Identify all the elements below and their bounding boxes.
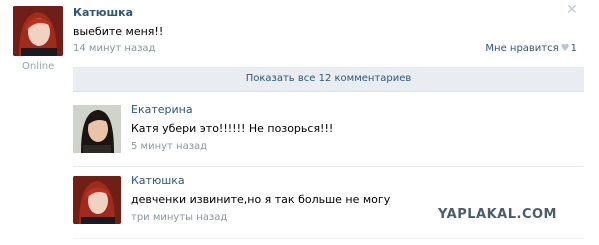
like-count: 1 bbox=[570, 43, 577, 54]
wall-post: Online Катюшка выебите меня!! 14 минут н… bbox=[0, 0, 599, 245]
heart-icon: ♥ bbox=[560, 43, 570, 54]
comment-date[interactable]: три минуты назад bbox=[131, 212, 227, 223]
post-text: выебите меня!! bbox=[73, 25, 164, 38]
divider bbox=[73, 166, 584, 167]
avatar[interactable] bbox=[73, 105, 121, 153]
post-date[interactable]: 14 минут назад bbox=[73, 43, 155, 54]
avatar[interactable] bbox=[73, 176, 121, 224]
comment-text: Катя убери это!!!!!! Не позорься!!! bbox=[131, 122, 334, 135]
like-label: Мне нравится bbox=[485, 43, 559, 54]
online-status: Online bbox=[22, 61, 55, 72]
comment-text: девченки извините,но я так больше не мог… bbox=[131, 193, 391, 206]
comment: Екатерина Катя убери это!!!!!! Не позорь… bbox=[73, 101, 584, 163]
like-button[interactable]: Мне нравится ♥1 bbox=[485, 43, 577, 54]
close-icon[interactable]: ✕ bbox=[566, 2, 578, 18]
watermark: YAPLAKAL.COM bbox=[438, 207, 557, 222]
post-author[interactable]: Катюшка bbox=[73, 6, 133, 19]
avatar[interactable] bbox=[13, 6, 63, 56]
show-all-comments-button[interactable]: Показать все 12 комментариев bbox=[73, 67, 584, 92]
comment-author[interactable]: Катюшка bbox=[131, 174, 185, 187]
divider bbox=[73, 238, 584, 239]
comment-author[interactable]: Екатерина bbox=[131, 103, 193, 116]
comment-date[interactable]: 5 минут назад bbox=[131, 141, 207, 152]
